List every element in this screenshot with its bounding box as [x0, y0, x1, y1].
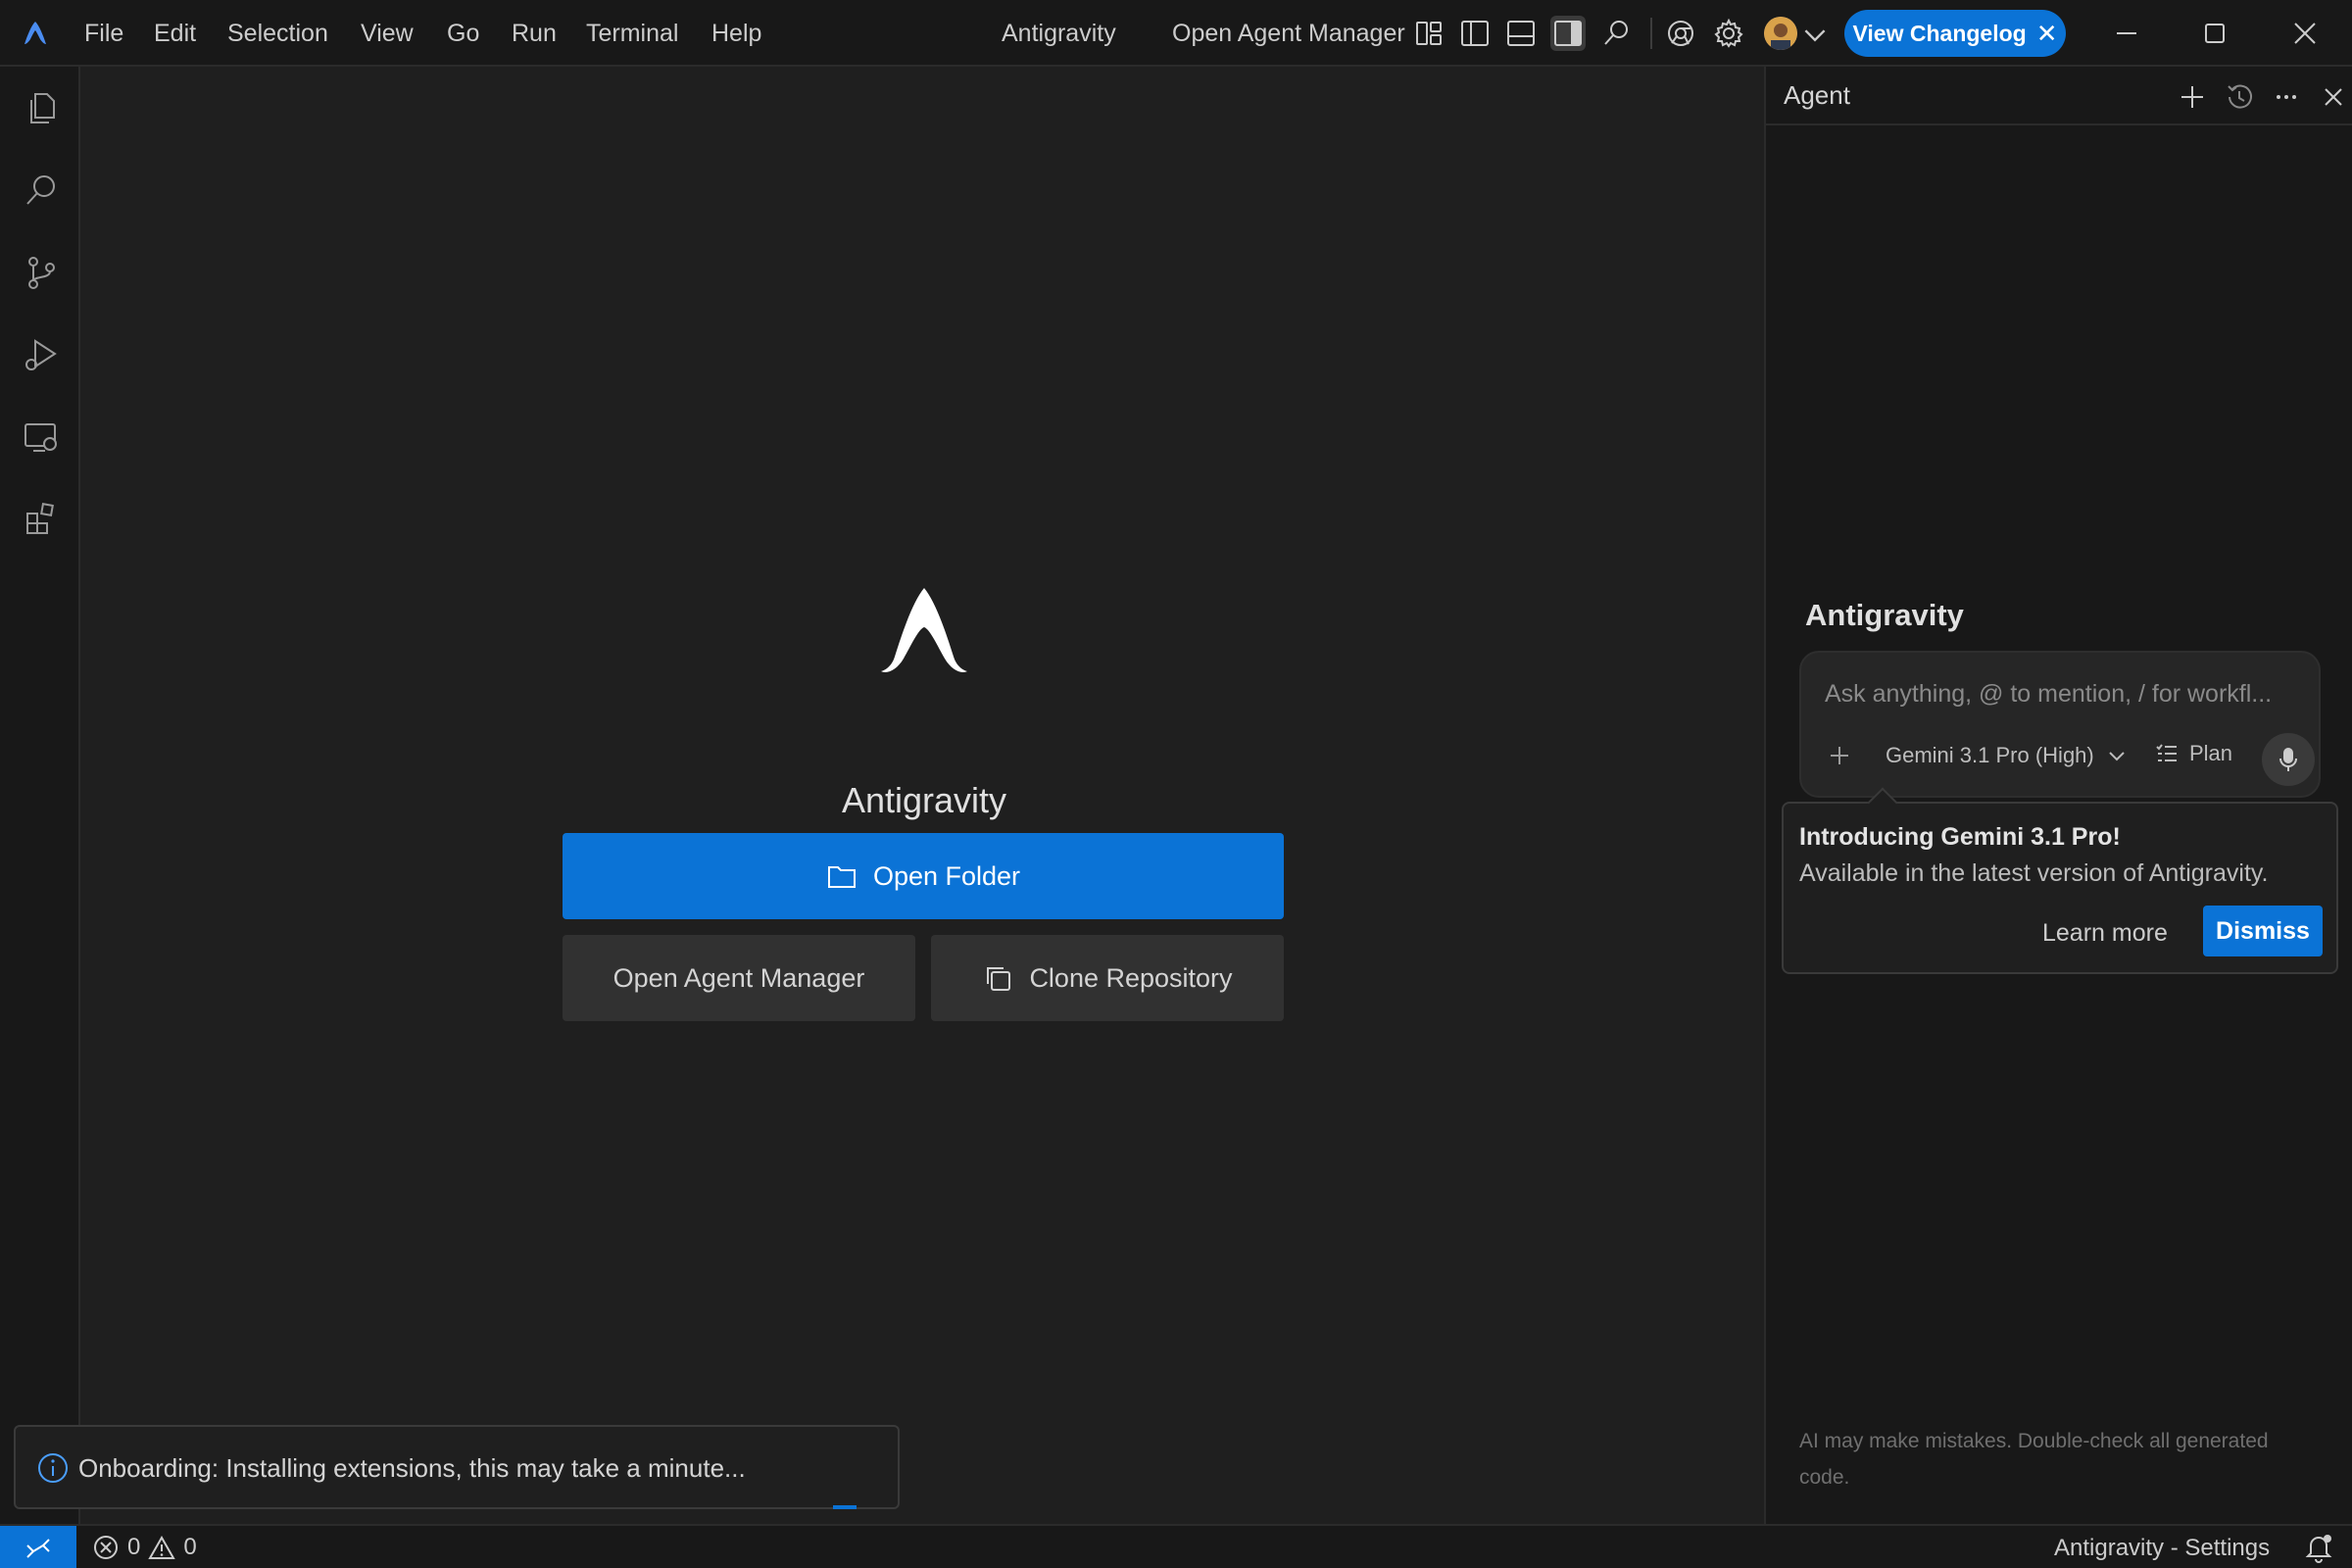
app-logo-icon: [24, 22, 46, 44]
announcement-body: Available in the latest version of Antig…: [1799, 859, 2269, 887]
customize-layout-icon[interactable]: [1411, 16, 1446, 51]
source-control-icon[interactable]: [22, 253, 61, 292]
remote-indicator-button[interactable]: [0, 1526, 76, 1568]
info-icon: [38, 1453, 68, 1483]
close-changelog-icon[interactable]: ✕: [2036, 19, 2058, 49]
history-icon[interactable]: [2223, 80, 2256, 114]
clone-repository-button[interactable]: Clone Repository: [931, 935, 1284, 1021]
open-agent-manager-link[interactable]: Open Agent Manager: [1172, 12, 1405, 55]
agent-panel-title: Agent: [1784, 80, 1850, 110]
add-context-plus-icon[interactable]: [1823, 739, 1856, 772]
close-window-icon[interactable]: [2285, 14, 2325, 53]
view-changelog-label: View Changelog: [1852, 20, 2027, 46]
open-folder-button[interactable]: Open Folder: [563, 833, 1284, 919]
open-folder-label: Open Folder: [872, 860, 1021, 891]
warning-count: 0: [183, 1534, 197, 1560]
warning-icon: [148, 1535, 176, 1559]
antigravity-logo-icon: [881, 588, 967, 672]
gemini-announcement-card: Introducing Gemini 3.1 Pro! Available in…: [1782, 787, 2338, 974]
plan-mode-label: Plan: [2189, 741, 2233, 765]
ai-disclaimer: AI may make mistakes. Double-check all g…: [1799, 1430, 2269, 1489]
run-and-debug-icon[interactable]: [22, 335, 61, 374]
error-icon: [94, 1536, 118, 1559]
settings-gear-icon[interactable]: [1711, 16, 1746, 51]
avatar[interactable]: [1764, 17, 1797, 50]
open-agent-manager-label: Open Agent Manager: [612, 962, 865, 993]
search-icon[interactable]: [22, 171, 61, 210]
more-options-icon[interactable]: [2270, 80, 2303, 114]
agent-brand-title: Antigravity: [1805, 598, 1964, 632]
remote-explorer-icon[interactable]: [22, 417, 61, 457]
chat-composer: Gemini 3.1 Pro (High) Plan: [1799, 651, 2321, 798]
menu-help[interactable]: Help: [708, 12, 765, 55]
agent-panel-header: Agent: [1766, 67, 2352, 125]
notifications-bell-icon[interactable]: [2303, 1532, 2334, 1563]
agent-panel: Agent Antigravity Gemini 3.1 Pro (High) …: [1764, 67, 2352, 1524]
menu-file[interactable]: File: [80, 12, 127, 55]
clone-icon: [987, 967, 1011, 991]
welcome-title: Antigravity: [841, 780, 1007, 820]
window-title: Antigravity: [1002, 20, 1116, 47]
problems-indicator[interactable]: 0 0: [92, 1534, 197, 1561]
dismiss-button[interactable]: Dismiss: [2203, 906, 2323, 956]
menu-view[interactable]: View: [357, 12, 417, 55]
new-chat-plus-icon[interactable]: [2176, 80, 2209, 114]
account-chevron-down-icon[interactable]: [1797, 18, 1827, 47]
voice-input-button[interactable]: [2262, 733, 2315, 786]
onboarding-toast: Onboarding: Installing extensions, this …: [14, 1425, 900, 1509]
search-icon[interactable]: [1599, 16, 1635, 51]
browser-icon[interactable]: [1663, 16, 1698, 51]
clone-repository-label: Clone Repository: [1029, 962, 1233, 993]
microphone-icon: [2279, 748, 2297, 771]
model-selector[interactable]: Gemini 3.1 Pro (High): [1886, 743, 2128, 768]
toggle-panel-icon[interactable]: [1503, 16, 1539, 51]
explorer-icon[interactable]: [22, 88, 61, 127]
plan-mode-button[interactable]: Plan: [2154, 741, 2232, 766]
learn-more-link[interactable]: Learn more: [2042, 919, 2168, 948]
menu-edit[interactable]: Edit: [150, 12, 200, 55]
chevron-down-icon: [2109, 752, 2125, 761]
settings-status-item[interactable]: Antigravity - Settings: [2054, 1535, 2270, 1562]
activity-bar: [0, 67, 80, 1524]
announcement-title: Introducing Gemini 3.1 Pro!: [1799, 823, 2121, 851]
open-agent-manager-button[interactable]: Open Agent Manager: [563, 935, 915, 1021]
menu-selection[interactable]: Selection: [223, 12, 332, 55]
plan-list-icon: [2156, 744, 2177, 761]
error-count: 0: [127, 1534, 141, 1560]
view-changelog-button[interactable]: View Changelog ✕: [1844, 10, 2066, 57]
model-selector-label: Gemini 3.1 Pro (High): [1886, 743, 2094, 767]
remote-connection-icon: [26, 1538, 50, 1558]
close-agent-panel-icon[interactable]: [2317, 80, 2350, 114]
chat-input[interactable]: [1825, 674, 2295, 713]
menu-terminal[interactable]: Terminal: [582, 12, 682, 55]
menu-run[interactable]: Run: [508, 12, 561, 55]
maximize-icon[interactable]: [2195, 14, 2234, 53]
toggle-primary-sidebar-icon[interactable]: [1457, 16, 1493, 51]
status-bar: 0 0 Antigravity - Settings: [0, 1524, 2352, 1568]
menu-go[interactable]: Go: [443, 12, 483, 55]
minimize-icon[interactable]: [2107, 14, 2146, 53]
toggle-secondary-sidebar-icon[interactable]: [1550, 16, 1586, 51]
title-bar: File Edit Selection View Go Run Terminal…: [0, 0, 2352, 67]
toast-progress-indicator: [833, 1505, 857, 1509]
folder-icon: [827, 866, 856, 888]
editor-welcome: Antigravity Open Folder Open Agent Manag…: [80, 67, 1764, 1524]
toolbar-divider: [1650, 18, 1652, 49]
toast-message: Onboarding: Installing extensions, this …: [78, 1453, 746, 1483]
extensions-icon[interactable]: [22, 500, 61, 539]
